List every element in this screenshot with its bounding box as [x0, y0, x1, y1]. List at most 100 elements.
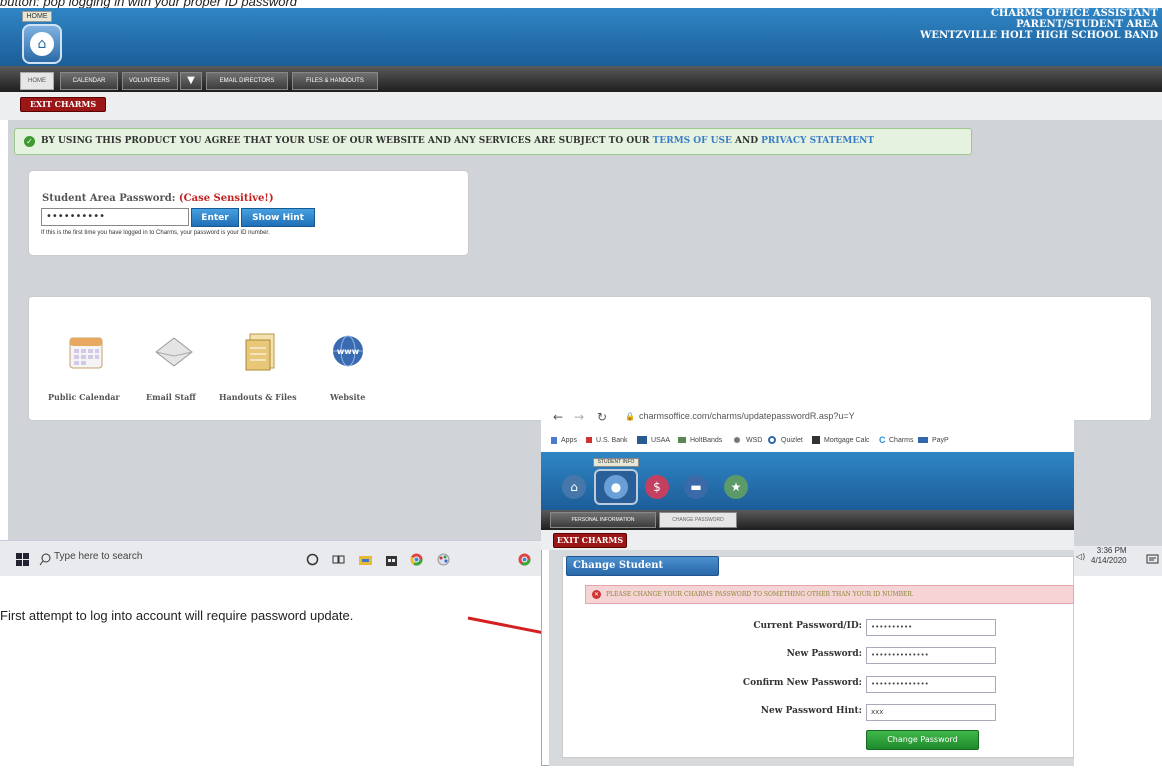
password-hint-input[interactable]: xxx — [866, 704, 996, 721]
tab-change-password[interactable]: CHANGE PASSWORD — [659, 512, 737, 528]
message-icon[interactable]: ▬ — [684, 475, 708, 499]
agreement-and: AND — [735, 136, 759, 146]
cortana-icon[interactable] — [306, 551, 319, 566]
bookmark-icon — [812, 436, 820, 444]
task-view-icon[interactable] — [332, 551, 345, 564]
paint-icon[interactable] — [437, 551, 450, 566]
reload-icon[interactable]: ↻ — [597, 410, 607, 424]
taskbar-clock[interactable]: 3:36 PM 4/14/2020 — [1091, 546, 1127, 566]
check-icon: ✓ — [24, 136, 35, 147]
password-hint-label: New Password Hint: — [760, 706, 862, 716]
bookmark-wsd[interactable]: WSD — [746, 437, 762, 444]
tab-files-handouts[interactable]: FILES & HANDOUTS — [292, 72, 378, 90]
file-explorer-icon[interactable] — [359, 551, 372, 565]
password-label: Student Area Password: (Case Sensitive!) — [42, 193, 274, 204]
header-app-name: CHARMS OFFICE ASSISTANT — [990, 8, 1158, 19]
exit-bar — [0, 92, 1162, 120]
calendar-icon[interactable] — [68, 334, 104, 370]
exit-charms-button[interactable]: EXIT CHARMS — [20, 97, 106, 112]
bookmark-icon — [637, 436, 647, 444]
agreement-text: BY USING THIS PRODUCT YOU AGREE THAT YOU… — [41, 136, 650, 146]
home-badge: HOME — [22, 11, 52, 22]
bookmark-usaa[interactable]: USAA — [651, 437, 670, 444]
url-text[interactable]: charmsoffice.com/charms/updatepasswordR.… — [639, 411, 855, 421]
taskbar-date: 4/14/2020 — [1091, 556, 1127, 565]
popup-exit-charms-button[interactable]: EXIT CHARMS — [553, 533, 627, 548]
folder-icon[interactable] — [244, 332, 280, 371]
bookmark-quizlet[interactable]: Quizlet — [781, 437, 803, 444]
password-label-text: Student Area Password: — [42, 193, 176, 204]
home-icon[interactable]: ⌂ — [562, 475, 586, 499]
current-password-label: Current Password/ID: — [753, 621, 862, 631]
chrome-icon[interactable] — [410, 551, 423, 566]
dollar-icon[interactable]: $ — [645, 475, 669, 499]
chevron-down-icon[interactable]: ▼ — [180, 72, 202, 90]
login-help-text: If this is the first time you have logge… — [41, 230, 270, 236]
taskbar-search-input[interactable]: Type here to search — [54, 551, 142, 562]
change-password-button[interactable]: Change Password — [866, 730, 979, 750]
agreement-banner: ✓ BY USING THIS PRODUCT YOU AGREE THAT Y… — [14, 128, 972, 155]
home-button[interactable]: ⌂ — [22, 24, 62, 64]
bookmark-icon — [768, 436, 776, 444]
warning-text: PLEASE CHANGE YOUR CHARMS PASSWORD TO SO… — [606, 591, 914, 598]
bookmark-icon — [586, 437, 592, 443]
store-icon[interactable] — [385, 551, 398, 566]
globe-icon[interactable]: www — [330, 334, 366, 370]
new-password-label: New Password: — [786, 649, 862, 659]
header-school-name: WENTZVILLE HOLT HIGH SCHOOL BAND — [920, 30, 1158, 41]
terms-of-use-link[interactable]: TERMS OF USE — [653, 136, 732, 146]
current-password-input[interactable]: •••••••••• — [866, 619, 996, 636]
taskbar-time: 3:36 PM — [1096, 546, 1127, 555]
bookmark-paypal[interactable]: PayP — [932, 437, 949, 444]
tab-email-directors[interactable]: EMAIL DIRECTORS — [206, 72, 288, 90]
case-sensitive-note: (Case Sensitive!) — [178, 193, 274, 204]
tab-personal-information[interactable]: PERSONAL INFORMATION — [550, 512, 656, 528]
bookmark-apps[interactable]: Apps — [561, 437, 577, 444]
forward-arrow-icon[interactable]: → — [574, 410, 584, 424]
bookmark-usbank[interactable]: U.S. Bank — [596, 437, 628, 444]
password-input[interactable]: •••••••••• — [41, 208, 189, 226]
bookmark-charms[interactable]: Charms — [889, 437, 914, 444]
privacy-statement-link[interactable]: PRIVACY STATEMENT — [761, 136, 874, 146]
website-label[interactable]: Website — [330, 392, 365, 402]
email-staff-label[interactable]: Email Staff — [146, 392, 196, 402]
bookmarks-bar: Apps U.S. Bank USAA HoltBands WSD Quizle… — [541, 432, 1074, 452]
volume-icon[interactable]: ◁) — [1076, 552, 1089, 565]
notification-icon[interactable] — [1146, 552, 1159, 565]
envelope-icon[interactable] — [154, 334, 193, 370]
charms-icon: C — [879, 435, 886, 445]
student-info-badge: STUDENT INFO — [593, 458, 639, 467]
public-calendar-label[interactable]: Public Calendar — [48, 392, 120, 402]
bookmark-icon — [734, 437, 740, 443]
handouts-files-label[interactable]: Handouts & Files — [219, 392, 297, 402]
confirm-password-label: Confirm New Password: — [742, 678, 862, 688]
bookmark-icon — [918, 437, 928, 443]
user-icon[interactable]: ● — [604, 475, 628, 499]
chrome-icon-2[interactable] — [518, 551, 531, 566]
tab-home[interactable]: HOME — [20, 72, 54, 90]
enter-button[interactable]: Enter — [191, 208, 239, 227]
home-icon: ⌂ — [30, 32, 54, 56]
show-hint-button[interactable]: Show Hint — [241, 208, 315, 227]
change-student-password-title: Change Student Password — [566, 556, 719, 589]
back-arrow-icon[interactable]: ← — [553, 410, 563, 424]
windows-start-icon[interactable] — [16, 551, 29, 566]
header-info: CHARMS OFFICE ASSISTANT PARENT/STUDENT A… — [920, 8, 1158, 41]
confirm-password-input[interactable]: •••••••••••••• — [866, 676, 996, 693]
bookmark-holtbands[interactable]: HoltBands — [690, 437, 722, 444]
warning-icon: ✕ — [592, 590, 601, 599]
instruction-caption: First attempt to log into account will r… — [0, 608, 354, 623]
warning-banner: ✕ PLEASE CHANGE YOUR CHARMS PASSWORD TO … — [585, 585, 1074, 604]
apps-icon — [551, 437, 557, 444]
tab-volunteers[interactable]: VOLUNTEERS — [122, 72, 178, 90]
svg-text:www: www — [337, 347, 360, 356]
search-icon — [39, 551, 52, 566]
header-area-name: PARENT/STUDENT AREA — [1016, 19, 1158, 30]
lock-icon: 🔒 — [625, 412, 635, 421]
new-password-input[interactable]: •••••••••••••• — [866, 647, 996, 664]
bookmark-mortgage-calc[interactable]: Mortgage Calc — [824, 437, 870, 444]
star-icon[interactable]: ★ — [724, 475, 748, 499]
tab-calendar[interactable]: CALENDAR — [60, 72, 118, 90]
bookmark-icon — [678, 437, 686, 443]
browser-address-bar: ← → ↻ 🔒 charmsoffice.com/charms/updatepa… — [541, 402, 1074, 432]
